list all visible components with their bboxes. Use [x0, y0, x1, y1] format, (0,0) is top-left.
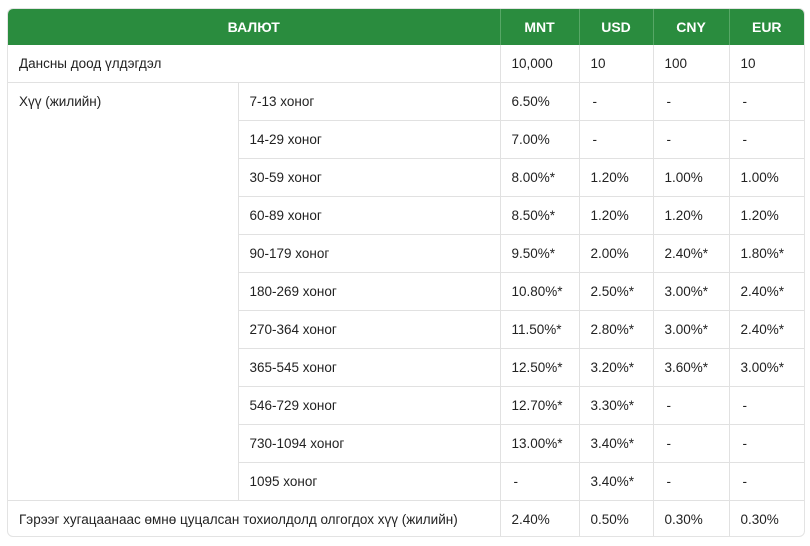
table-header-row: ВАЛЮТ MNT USD CNY EUR: [8, 9, 804, 45]
rate-cny: 3.00%*: [653, 272, 730, 311]
table-row-early-termination: Гэрээг хугацаанаас өмнө цуцалсан тохиолд…: [8, 500, 804, 536]
rate-usd: 3.30%*: [579, 386, 654, 425]
rate-usd: 2.00%: [579, 234, 654, 273]
header-usd: USD: [579, 9, 654, 45]
rate-mnt: 10.80%*: [500, 272, 580, 311]
rate-mnt: 11.50%*: [500, 310, 580, 349]
header-eur: EUR: [729, 9, 804, 45]
rate-eur: -: [729, 386, 804, 425]
rate-cny: -: [653, 82, 730, 121]
min-balance-usd: 10: [579, 45, 654, 83]
early-rate-mnt: 2.40%: [500, 500, 580, 536]
rate-mnt: -: [500, 462, 580, 501]
rate-cny: -: [653, 120, 730, 159]
rate-mnt: 8.50%*: [500, 196, 580, 235]
rate-mnt: 9.50%*: [500, 234, 580, 273]
rate-cny: -: [653, 386, 730, 425]
term-label: 546-729 хоног: [238, 386, 501, 425]
rate-mnt: 8.00%*: [500, 158, 580, 197]
early-rate-eur: 0.30%: [740, 512, 779, 527]
early-termination-label: Гэрээг хугацаанаас өмнө цуцалсан тохиолд…: [8, 500, 501, 536]
term-label: 180-269 хоног: [238, 272, 501, 311]
rate-cny: -: [653, 462, 730, 501]
term-label: 270-364 хоног: [238, 310, 501, 349]
min-balance-cny: 100: [653, 45, 730, 83]
early-rate-usd: 0.50%: [579, 500, 654, 536]
header-currency: ВАЛЮТ: [8, 9, 501, 45]
rate-cny: 3.60%*: [653, 348, 730, 387]
table-row-min-balance: Дансны доод үлдэгдэл 10,000 10 100 10: [8, 45, 804, 83]
rate-eur: 1.00%: [729, 158, 804, 197]
term-label: 60-89 хоног: [238, 196, 501, 235]
rate-usd: -: [579, 82, 654, 121]
rate-usd: 2.50%*: [579, 272, 654, 311]
rate-mnt: 6.50%: [500, 82, 580, 121]
rate-eur: 1.80%*: [729, 234, 804, 273]
rate-eur: 2.40%*: [729, 310, 804, 349]
rate-usd: 1.20%: [579, 196, 654, 235]
early-rate-cny: 0.30%: [653, 500, 730, 536]
term-label: 7-13 хоног: [238, 82, 501, 121]
rate-mnt: 13.00%*: [500, 424, 580, 463]
rate-usd: 2.80%*: [579, 310, 654, 349]
min-balance-mnt: 10,000: [500, 45, 580, 83]
rate-eur: 2.40%*: [729, 272, 804, 311]
rate-mnt: 7.00%: [500, 120, 580, 159]
interest-rate-label: Хүү (жилийн): [8, 82, 239, 501]
table-row-term: Хүү (жилийн) 7-13 хоног 6.50% - - -: [8, 82, 804, 501]
term-label: 90-179 хоног: [238, 234, 501, 273]
rate-usd: 3.40%*: [579, 462, 654, 501]
header-mnt: MNT: [500, 9, 580, 45]
rate-cny: 3.00%*: [653, 310, 730, 349]
rate-usd: 1.20%: [579, 158, 654, 197]
rate-usd: 3.20%*: [579, 348, 654, 387]
rate-eur: 3.00%*: [729, 348, 804, 387]
rate-mnt: 12.50%*: [500, 348, 580, 387]
deposit-rates-table-container: ВАЛЮТ MNT USD CNY EUR Дансны доод үлдэгд…: [7, 8, 805, 537]
rate-eur: -: [729, 82, 804, 121]
rate-eur: -: [729, 462, 804, 501]
term-label: 30-59 хоног: [238, 158, 501, 197]
min-balance-label: Дансны доод үлдэгдэл: [8, 45, 501, 83]
rate-cny: 1.20%: [653, 196, 730, 235]
rate-cny: -: [653, 424, 730, 463]
rate-cny: 2.40%*: [653, 234, 730, 273]
rate-eur: -: [729, 120, 804, 159]
rate-mnt: 12.70%*: [500, 386, 580, 425]
term-label: 730-1094 хоног: [238, 424, 501, 463]
term-label: 1095 хоног: [238, 462, 501, 501]
rate-usd: 3.40%*: [579, 424, 654, 463]
rate-cny: 1.00%: [653, 158, 730, 197]
term-label: 14-29 хоног: [238, 120, 501, 159]
min-balance-eur: 10: [729, 45, 804, 83]
deposit-rates-table: ВАЛЮТ MNT USD CNY EUR Дансны доод үлдэгд…: [8, 9, 804, 536]
rate-eur: 1.20%: [729, 196, 804, 235]
term-label: 365-545 хоног: [238, 348, 501, 387]
header-cny: CNY: [653, 9, 730, 45]
rate-eur: -: [729, 424, 804, 463]
rate-usd: -: [579, 120, 654, 159]
